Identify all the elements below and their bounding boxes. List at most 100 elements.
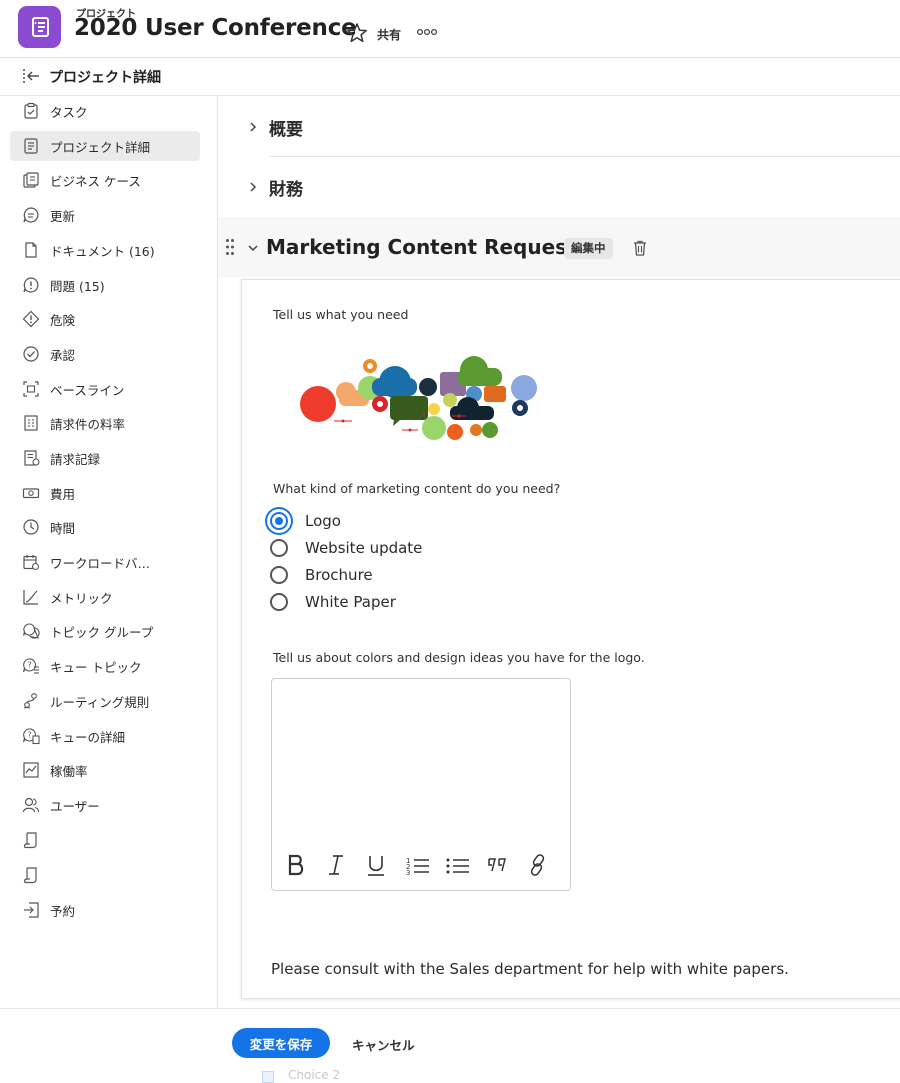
sidebar-item-label: ユーザー — [50, 798, 100, 814]
sidebar-item-label: 請求記録 — [50, 451, 101, 467]
booking-icon — [20, 899, 42, 921]
sidebar-item-custom-1[interactable] — [10, 825, 200, 855]
marketing-illustration-image — [300, 356, 537, 440]
sidebar-item-topic-groups[interactable]: トピック グループ — [10, 616, 200, 646]
numbered-list-icon[interactable]: 123 — [405, 850, 431, 880]
trash-icon[interactable] — [632, 239, 648, 257]
star-icon[interactable] — [346, 22, 368, 44]
sidebar-item-label: ルーティング規則 — [50, 694, 150, 710]
sidebar-item-business-case[interactable]: ビジネス ケース — [10, 165, 200, 195]
more-icon[interactable] — [416, 24, 438, 40]
chevron-right-icon — [250, 182, 257, 192]
collapse-panel-icon[interactable] — [22, 67, 42, 85]
sidebar-item-documents[interactable]: ドキュメント (16) — [10, 235, 200, 265]
sidebar-item-label: 費用 — [50, 486, 76, 502]
chevron-down-icon[interactable] — [247, 243, 259, 253]
sidebar-item-baselines[interactable]: ベースライン — [10, 374, 200, 404]
sidebar-item-utilization[interactable]: 稼働率 — [10, 755, 200, 785]
sidebar-item-issues[interactable]: 問題 (15) — [10, 270, 200, 300]
sidebar-item-label: トピック グループ — [50, 624, 154, 640]
sidebar-item-bookings[interactable]: 予約 — [10, 895, 200, 925]
status-badge: 編集中 — [564, 238, 613, 259]
share-button[interactable]: 共有 — [377, 26, 401, 43]
sidebar-item-billing-rates[interactable]: 請求件の料率 — [10, 408, 200, 438]
workload-icon — [20, 551, 42, 573]
textarea-label: Tell us about colors and design ideas yo… — [273, 650, 645, 665]
metrics-icon — [20, 586, 42, 608]
project-title: 2020 User Conference — [74, 15, 357, 41]
issue-icon — [20, 274, 42, 296]
description-note: Please consult with the Sales department… — [271, 960, 789, 978]
footer-bar: 変更を保存 キャンセル Choice 2 — [0, 1008, 900, 1083]
sidebar-item-tasks[interactable]: タスク — [10, 96, 200, 126]
queue-details-icon: ? — [20, 725, 42, 747]
underline-icon[interactable] — [365, 850, 387, 880]
clock-icon — [20, 516, 42, 538]
svg-text:?: ? — [28, 731, 32, 740]
sidebar-item-label: 稼働率 — [50, 763, 88, 779]
checkbox-label: Choice 2 — [288, 1068, 341, 1082]
radio-option-brochure[interactable]: Brochure — [270, 563, 373, 587]
sidebar-item-custom-2[interactable] — [10, 860, 200, 890]
radio-option-website-update[interactable]: Website update — [270, 536, 422, 560]
sidebar-item-updates[interactable]: 更新 — [10, 200, 200, 230]
sidebar-item-label: メトリック — [50, 590, 113, 606]
sidebar-item-hours[interactable]: 時間 — [10, 512, 200, 542]
sidebar-item-users[interactable]: ユーザー — [10, 790, 200, 820]
radio-button[interactable] — [270, 512, 288, 530]
drag-handle-icon[interactable] — [225, 238, 235, 256]
italic-icon[interactable] — [325, 850, 347, 880]
sidebar-item-label: キューの詳細 — [50, 729, 126, 745]
radio-button[interactable] — [270, 593, 288, 611]
radio-button[interactable] — [270, 566, 288, 584]
radio-label: White Paper — [305, 593, 396, 611]
section-overview[interactable]: 概要 — [219, 96, 900, 156]
bold-icon[interactable] — [285, 850, 307, 880]
section-financials[interactable]: 財務 — [219, 157, 900, 217]
approval-icon — [20, 343, 42, 365]
sidebar-item-label: 時間 — [50, 520, 76, 536]
section-title: 財務 — [269, 180, 303, 200]
business-case-icon — [20, 169, 42, 191]
document-icon — [20, 239, 42, 261]
panel-header: プロジェクト詳細 — [0, 58, 900, 96]
bullet-list-icon[interactable] — [445, 850, 471, 880]
sidebar-item-billing-records[interactable]: 請求記録 — [10, 443, 200, 473]
queue-topic-icon: ? — [20, 655, 42, 677]
sidebar-item-approvals[interactable]: 承認 — [10, 339, 200, 369]
sidebar-item-workload[interactable]: ワークロードバ… — [10, 547, 200, 577]
sidebar-item-expenses[interactable]: 費用 — [10, 478, 200, 508]
billing-records-icon — [20, 447, 42, 469]
radio-option-white-paper[interactable]: White Paper — [270, 590, 396, 614]
project-icon[interactable] — [18, 6, 61, 48]
sidebar-item-risks[interactable]: 危険 — [10, 304, 200, 334]
radio-label: Brochure — [305, 566, 373, 584]
radio-option-logo[interactable]: Logo — [270, 509, 341, 533]
sidebar-item-routing-rules[interactable]: ルーティング規則 — [10, 686, 200, 716]
intro-label: Tell us what you need — [273, 307, 409, 322]
sidebar-item-queue-topics[interactable]: ? キュー トピック — [10, 651, 200, 681]
design-ideas-textarea[interactable]: 123 — [271, 678, 571, 891]
radio-button[interactable] — [270, 539, 288, 557]
quote-icon[interactable] — [486, 850, 510, 880]
task-icon — [20, 100, 42, 122]
link-icon[interactable] — [526, 850, 550, 880]
sidebar-item-label: 予約 — [50, 903, 76, 919]
radio-label: Website update — [305, 539, 423, 557]
sidebar-item-label: プロジェクト詳細 — [50, 139, 151, 155]
sidebar: タスク プロジェクト詳細 ビジネス ケース 更新 ドキュメント (16) 問題 … — [0, 96, 218, 1008]
utilization-icon — [20, 759, 42, 781]
sidebar-item-project-details[interactable]: プロジェクト詳細 — [10, 131, 200, 161]
billing-rates-icon — [20, 412, 42, 434]
updates-icon — [20, 204, 42, 226]
sidebar-item-queue-details[interactable]: ? キューの詳細 — [10, 721, 200, 751]
cancel-button[interactable]: キャンセル — [352, 1035, 415, 1054]
sidebar-item-metrics[interactable]: メトリック — [10, 582, 200, 612]
sidebar-item-label: ベースライン — [50, 382, 125, 398]
save-changes-button[interactable]: 変更を保存 — [232, 1028, 330, 1058]
sidebar-item-label: ワークロードバ… — [50, 555, 151, 571]
routing-icon — [20, 690, 42, 712]
checkbox[interactable] — [262, 1071, 274, 1083]
app-header: プロジェクト 2020 User Conference 共有 — [0, 0, 900, 58]
svg-text:?: ? — [28, 661, 32, 670]
